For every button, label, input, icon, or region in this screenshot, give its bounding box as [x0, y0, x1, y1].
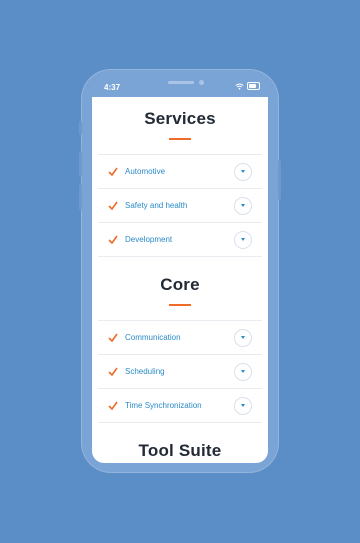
check-icon — [108, 367, 118, 376]
front-camera — [199, 80, 204, 85]
speaker-grille — [168, 81, 194, 84]
expand-button[interactable] — [234, 362, 252, 381]
list-item-label: Safety and health — [125, 201, 188, 210]
list-item[interactable]: Communication — [98, 321, 262, 355]
section-services: Services Automotive Safety and health De… — [92, 97, 268, 257]
expand-button[interactable] — [234, 396, 252, 415]
section-core: Core Communication Scheduling Time Synch… — [92, 257, 268, 423]
app-screen: Services Automotive Safety and health De… — [92, 97, 268, 463]
list-item-label: Automotive — [125, 167, 166, 176]
wifi-icon — [235, 82, 244, 90]
status-bar: 4:37 — [92, 78, 268, 96]
list-item[interactable]: Time Synchronization — [98, 389, 262, 423]
section-title: Tool Suite — [138, 441, 222, 460]
status-time: 4:37 — [104, 83, 121, 92]
status-icons — [235, 82, 260, 90]
chevron-down-icon — [241, 204, 245, 207]
list-item[interactable]: Safety and health — [98, 189, 262, 223]
title-underline — [169, 304, 191, 306]
list-item[interactable]: Scheduling — [98, 355, 262, 389]
expand-button[interactable] — [234, 328, 252, 347]
volume-up-button — [79, 151, 82, 177]
list-item-label: Time Synchronization — [125, 401, 202, 410]
battery-icon — [247, 82, 260, 90]
list-item[interactable]: Automotive — [98, 155, 262, 189]
chevron-down-icon — [241, 370, 245, 373]
section-title: Services — [144, 109, 216, 128]
title-underline — [169, 138, 191, 140]
list-item-label: Communication — [125, 333, 181, 342]
chevron-down-icon — [241, 336, 245, 339]
section-title: Core — [160, 275, 200, 294]
expand-button[interactable] — [234, 162, 252, 181]
check-icon — [108, 201, 118, 210]
check-icon — [108, 167, 118, 176]
chevron-down-icon — [241, 404, 245, 407]
services-list: Automotive Safety and health Development — [98, 154, 262, 257]
list-item-label: Scheduling — [125, 367, 165, 376]
check-icon — [108, 333, 118, 342]
check-icon — [108, 401, 118, 410]
power-button — [278, 160, 281, 200]
list-item[interactable]: Development — [98, 223, 262, 257]
check-icon — [108, 235, 118, 244]
volume-down-button — [79, 184, 82, 210]
section-tool-suite: Tool Suite — [92, 423, 268, 461]
chevron-down-icon — [241, 170, 245, 173]
expand-button[interactable] — [234, 196, 252, 215]
silent-switch — [79, 121, 82, 135]
core-list: Communication Scheduling Time Synchroniz… — [98, 320, 262, 423]
chevron-down-icon — [241, 238, 245, 241]
expand-button[interactable] — [234, 230, 252, 249]
list-item-label: Development — [125, 235, 173, 244]
